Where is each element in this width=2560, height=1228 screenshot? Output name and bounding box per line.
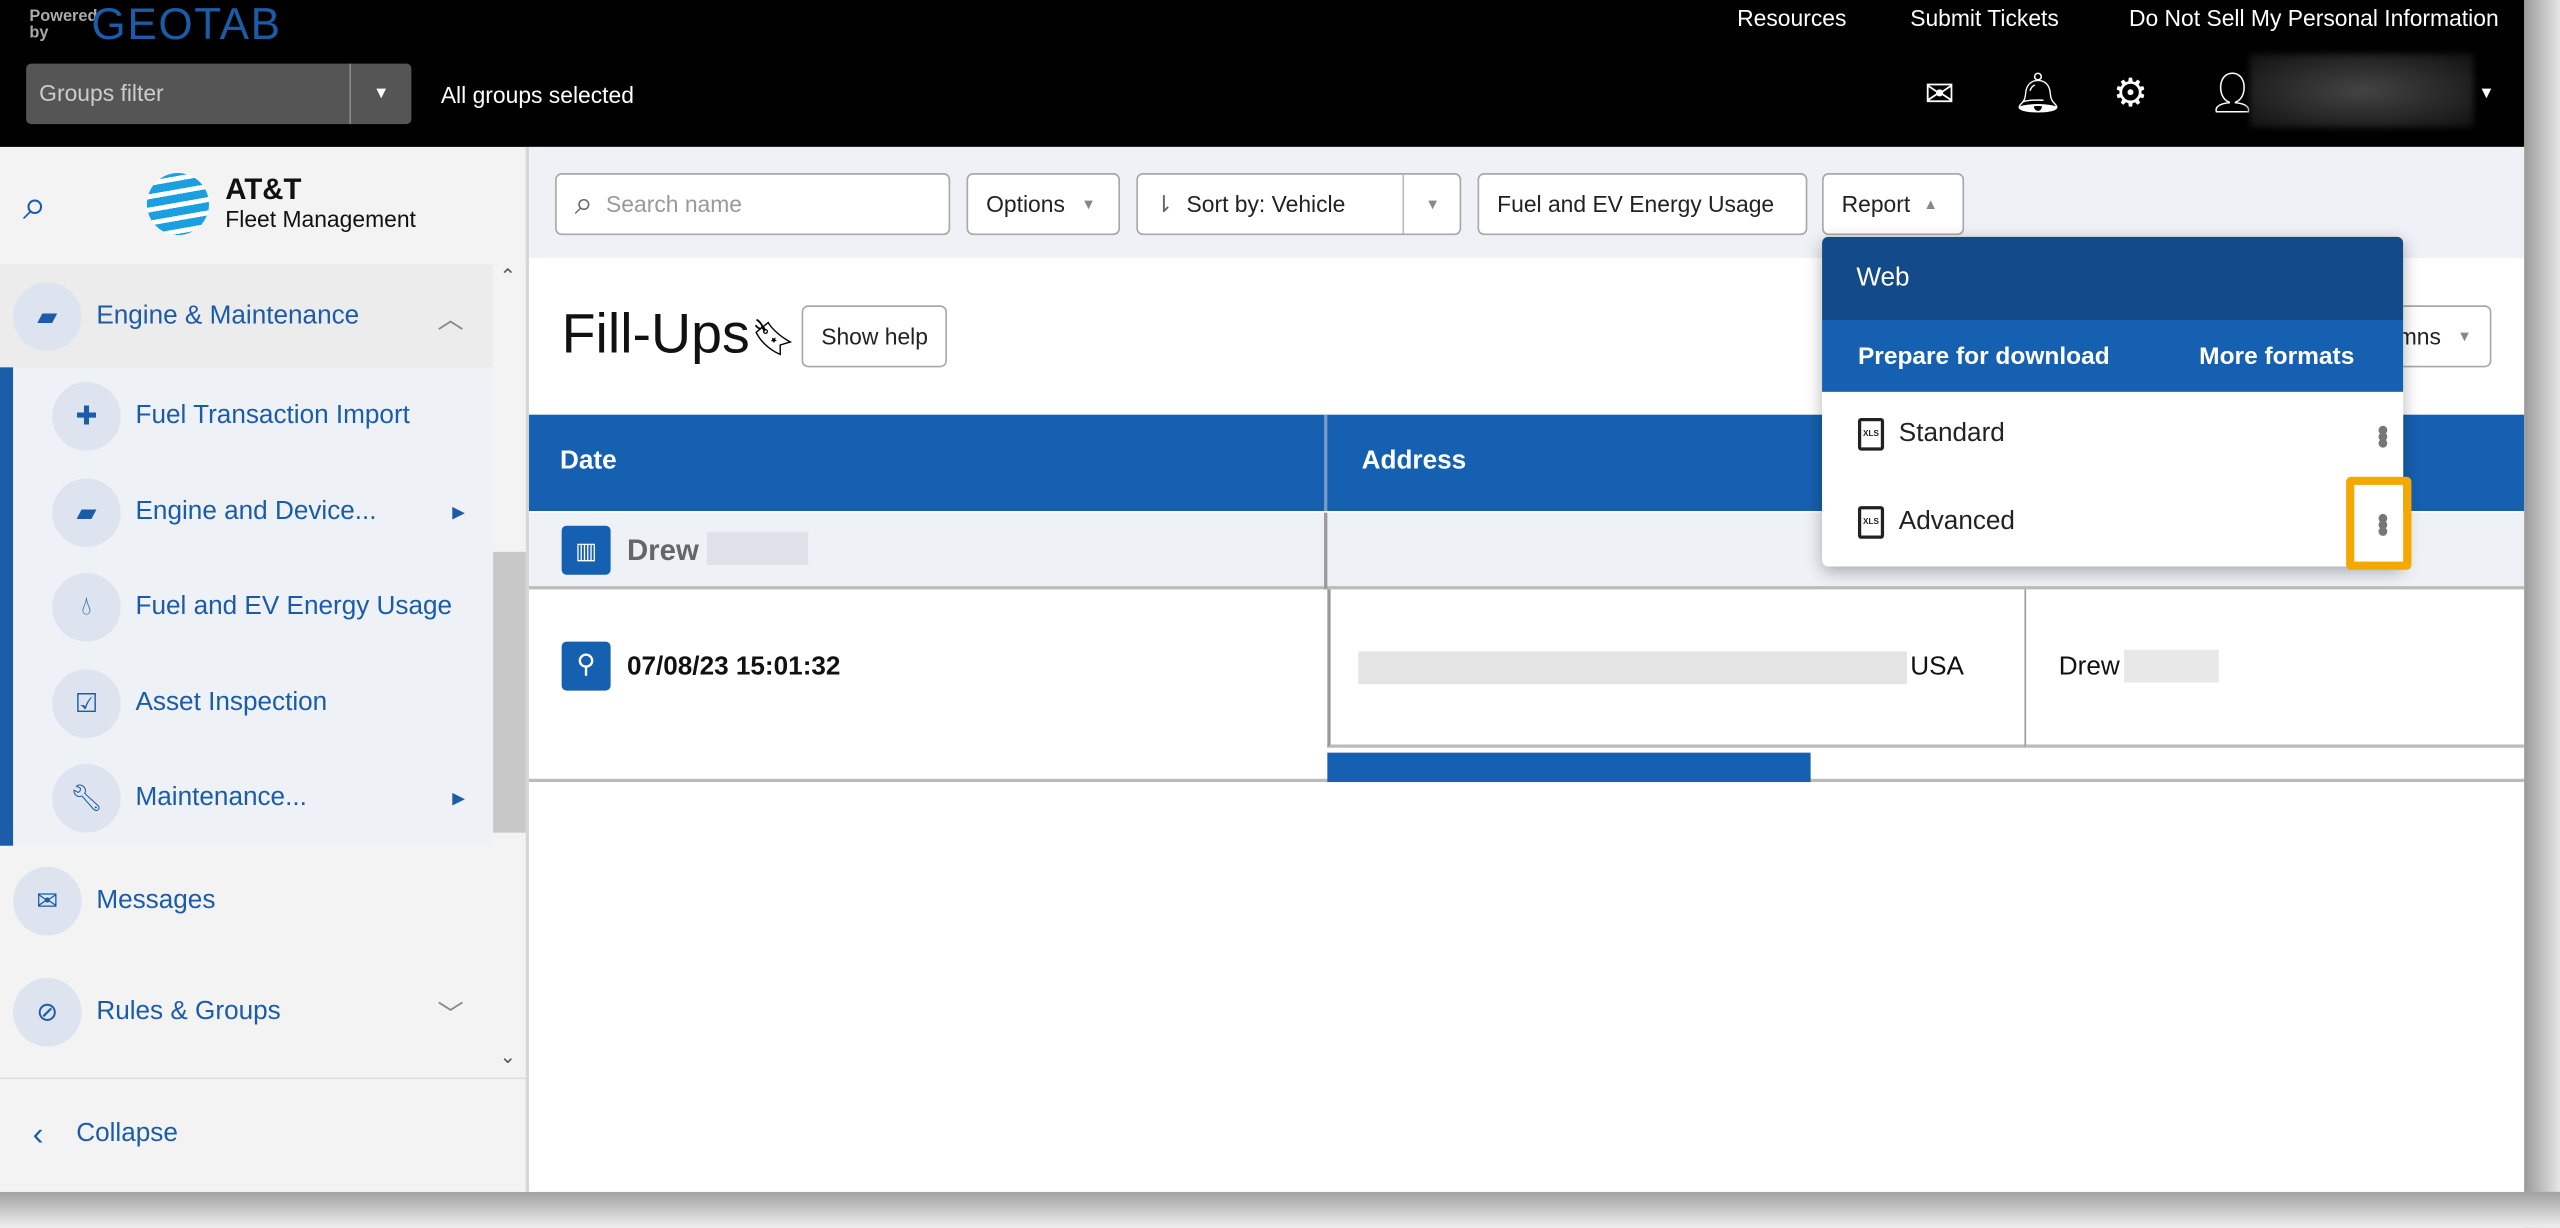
submit-tickets-link[interactable]: Submit Tickets <box>1910 5 2059 31</box>
mail-icon[interactable]: ✉ <box>1917 72 1963 118</box>
caret-down-icon: ▼ <box>2457 328 2472 345</box>
chart-icon: ▥ <box>561 525 611 575</box>
bookmark-icon[interactable]: 🔖︎ <box>751 317 797 359</box>
sort-button[interactable]: ⇂ Sort by: Vehicle ▼ <box>1136 173 1462 236</box>
fuel-drop-icon: 💧︎ <box>52 573 121 642</box>
xls-file-icon: XLS <box>1857 417 1885 451</box>
gear-icon[interactable]: ⚙ <box>2108 72 2154 118</box>
divider <box>0 1077 526 1080</box>
envelope-icon: ✉ <box>13 866 82 936</box>
puzzle-icon: ✚ <box>52 382 121 451</box>
table-row[interactable]: ⚲ 07/08/23 15:01:32 USA Drew <box>528 589 2525 783</box>
sidebar-item-engine-device[interactable]: ▰ Engine and Device... ▶ <box>0 478 493 547</box>
groups-filter-input[interactable]: Groups filter <box>39 80 163 106</box>
highlight-box <box>2346 476 2412 570</box>
groups-status: All groups selected <box>440 81 634 108</box>
chevron-right-icon: ▶ <box>452 789 465 808</box>
geotab-logo: Powered by GEOTAB <box>29 0 282 49</box>
resources-link[interactable]: Resources <box>1737 5 1846 31</box>
report-button[interactable]: Report ▲ <box>1822 173 1965 236</box>
clipboard-check-icon: ☑ <box>52 669 121 738</box>
chevron-down-icon: ﹀ <box>437 1002 464 1031</box>
search-icon[interactable]: ⌕ <box>23 180 47 232</box>
sidebar-scrollbar[interactable]: ⌃ ⌄ <box>493 261 526 1078</box>
att-globe-logo <box>146 173 209 236</box>
sidebar-item-fuel-ev-usage[interactable]: 💧︎ Fuel and EV Energy Usage <box>0 573 493 642</box>
scroll-down-icon[interactable]: ⌄ <box>500 1045 516 1068</box>
more-formats-link[interactable]: More formats <box>2199 342 2354 370</box>
download-header: Prepare for download More formats <box>1822 319 2404 392</box>
window-shadow <box>2524 0 2560 1228</box>
map-pin-icon[interactable]: ⚲ <box>561 641 611 691</box>
logo-subtext: Fleet Management <box>225 205 416 232</box>
logo-text: AT&T <box>225 173 302 206</box>
user-menu-caret-icon[interactable]: ▼ <box>2478 85 2494 103</box>
collapse-button[interactable]: ‹ Collapse <box>0 1110 493 1159</box>
redacted <box>2124 649 2219 683</box>
wrench-icon: 🔧︎ <box>52 764 121 833</box>
fuel-ev-usage-button[interactable]: Fuel and EV Energy Usage <box>1477 173 1808 236</box>
options-button[interactable]: Options ▼ <box>966 173 1120 236</box>
menu-item-advanced[interactable]: XLS Advanced ••• <box>1822 488 2403 557</box>
driver-cell: Drew <box>2024 589 2525 748</box>
top-bar: Powered by GEOTAB Resources Submit Ticke… <box>0 0 2525 147</box>
report-dropdown-menu: Web Prepare for download More formats XL… <box>1822 236 2404 567</box>
xls-file-icon: XLS <box>1857 506 1885 539</box>
redacted <box>1358 651 1907 685</box>
engine-icon: ▰ <box>52 478 121 547</box>
sidebar-item-rules-groups[interactable]: ⊘ Rules & Groups ﹀ <box>0 977 493 1047</box>
chevron-down-icon[interactable]: ▼ <box>349 63 411 125</box>
sidebar-item-engine-maintenance[interactable]: ▰ Engine & Maintenance ︿ <box>0 264 494 369</box>
sidebar-item-maintenance[interactable]: 🔧︎ Maintenance... ▶ <box>0 764 493 833</box>
sort-direction-caret-icon[interactable]: ▼ <box>1402 174 1461 234</box>
menu-item-web[interactable]: Web <box>1822 236 2404 320</box>
window-shadow <box>0 1191 2560 1228</box>
search-input[interactable]: ⌕ Search name <box>555 173 951 236</box>
column-divider <box>1324 512 1328 590</box>
date-cell: 07/08/23 15:01:32 <box>626 653 841 681</box>
column-divider <box>1324 414 1328 512</box>
chevron-up-icon: ︿ <box>437 306 464 335</box>
user-name-redacted[interactable] <box>2249 53 2474 128</box>
column-header-address[interactable]: Address <box>1362 447 1467 476</box>
search-icon: ⌕ <box>574 185 593 222</box>
page-title: Fill-Ups <box>561 303 750 366</box>
sidebar: ⌕ AT&T Fleet Management ▰ Engine & Maint… <box>0 146 529 1192</box>
prepare-for-download-label: Prepare for download <box>1857 342 2110 370</box>
address-cell: USA <box>1327 589 2025 748</box>
more-options-icon[interactable]: ••• <box>2364 424 2400 444</box>
column-header-date[interactable]: Date <box>560 447 617 476</box>
menu-item-standard[interactable]: XLS Standard ••• <box>1822 400 2403 469</box>
caret-down-icon: ▼ <box>1081 195 1096 213</box>
rules-icon: ⊘ <box>13 977 82 1047</box>
show-help-button[interactable]: Show help <box>801 305 948 368</box>
driver-name: Drew <box>2058 653 2120 681</box>
group-label: Drew <box>626 533 699 567</box>
chevron-left-icon: ‹ <box>32 1115 44 1152</box>
scroll-up-icon[interactable]: ⌃ <box>500 264 516 287</box>
address-suffix: USA <box>1910 653 1964 681</box>
scrollbar-thumb[interactable] <box>493 551 526 833</box>
caret-up-icon: ▲ <box>1923 195 1938 213</box>
sort-icon: ⇂ <box>1154 190 1174 217</box>
chevron-right-icon: ▶ <box>452 503 465 522</box>
user-icon[interactable]: 👤︎ <box>2207 72 2257 118</box>
sidebar-item-messages[interactable]: ✉ Messages <box>0 866 493 936</box>
bell-icon[interactable]: 🔔︎ <box>2013 72 2063 118</box>
engine-icon: ▰ <box>13 282 82 352</box>
redacted <box>706 532 809 565</box>
horizontal-scrollbar-thumb[interactable] <box>1327 752 1811 783</box>
groups-filter[interactable]: Groups filter ▼ <box>26 63 412 125</box>
sidebar-item-asset-inspection[interactable]: ☑ Asset Inspection <box>0 669 493 738</box>
sidebar-item-fuel-transaction-import[interactable]: ✚ Fuel Transaction Import <box>0 382 493 451</box>
do-not-sell-link[interactable]: Do Not Sell My Personal Information <box>2129 5 2499 31</box>
